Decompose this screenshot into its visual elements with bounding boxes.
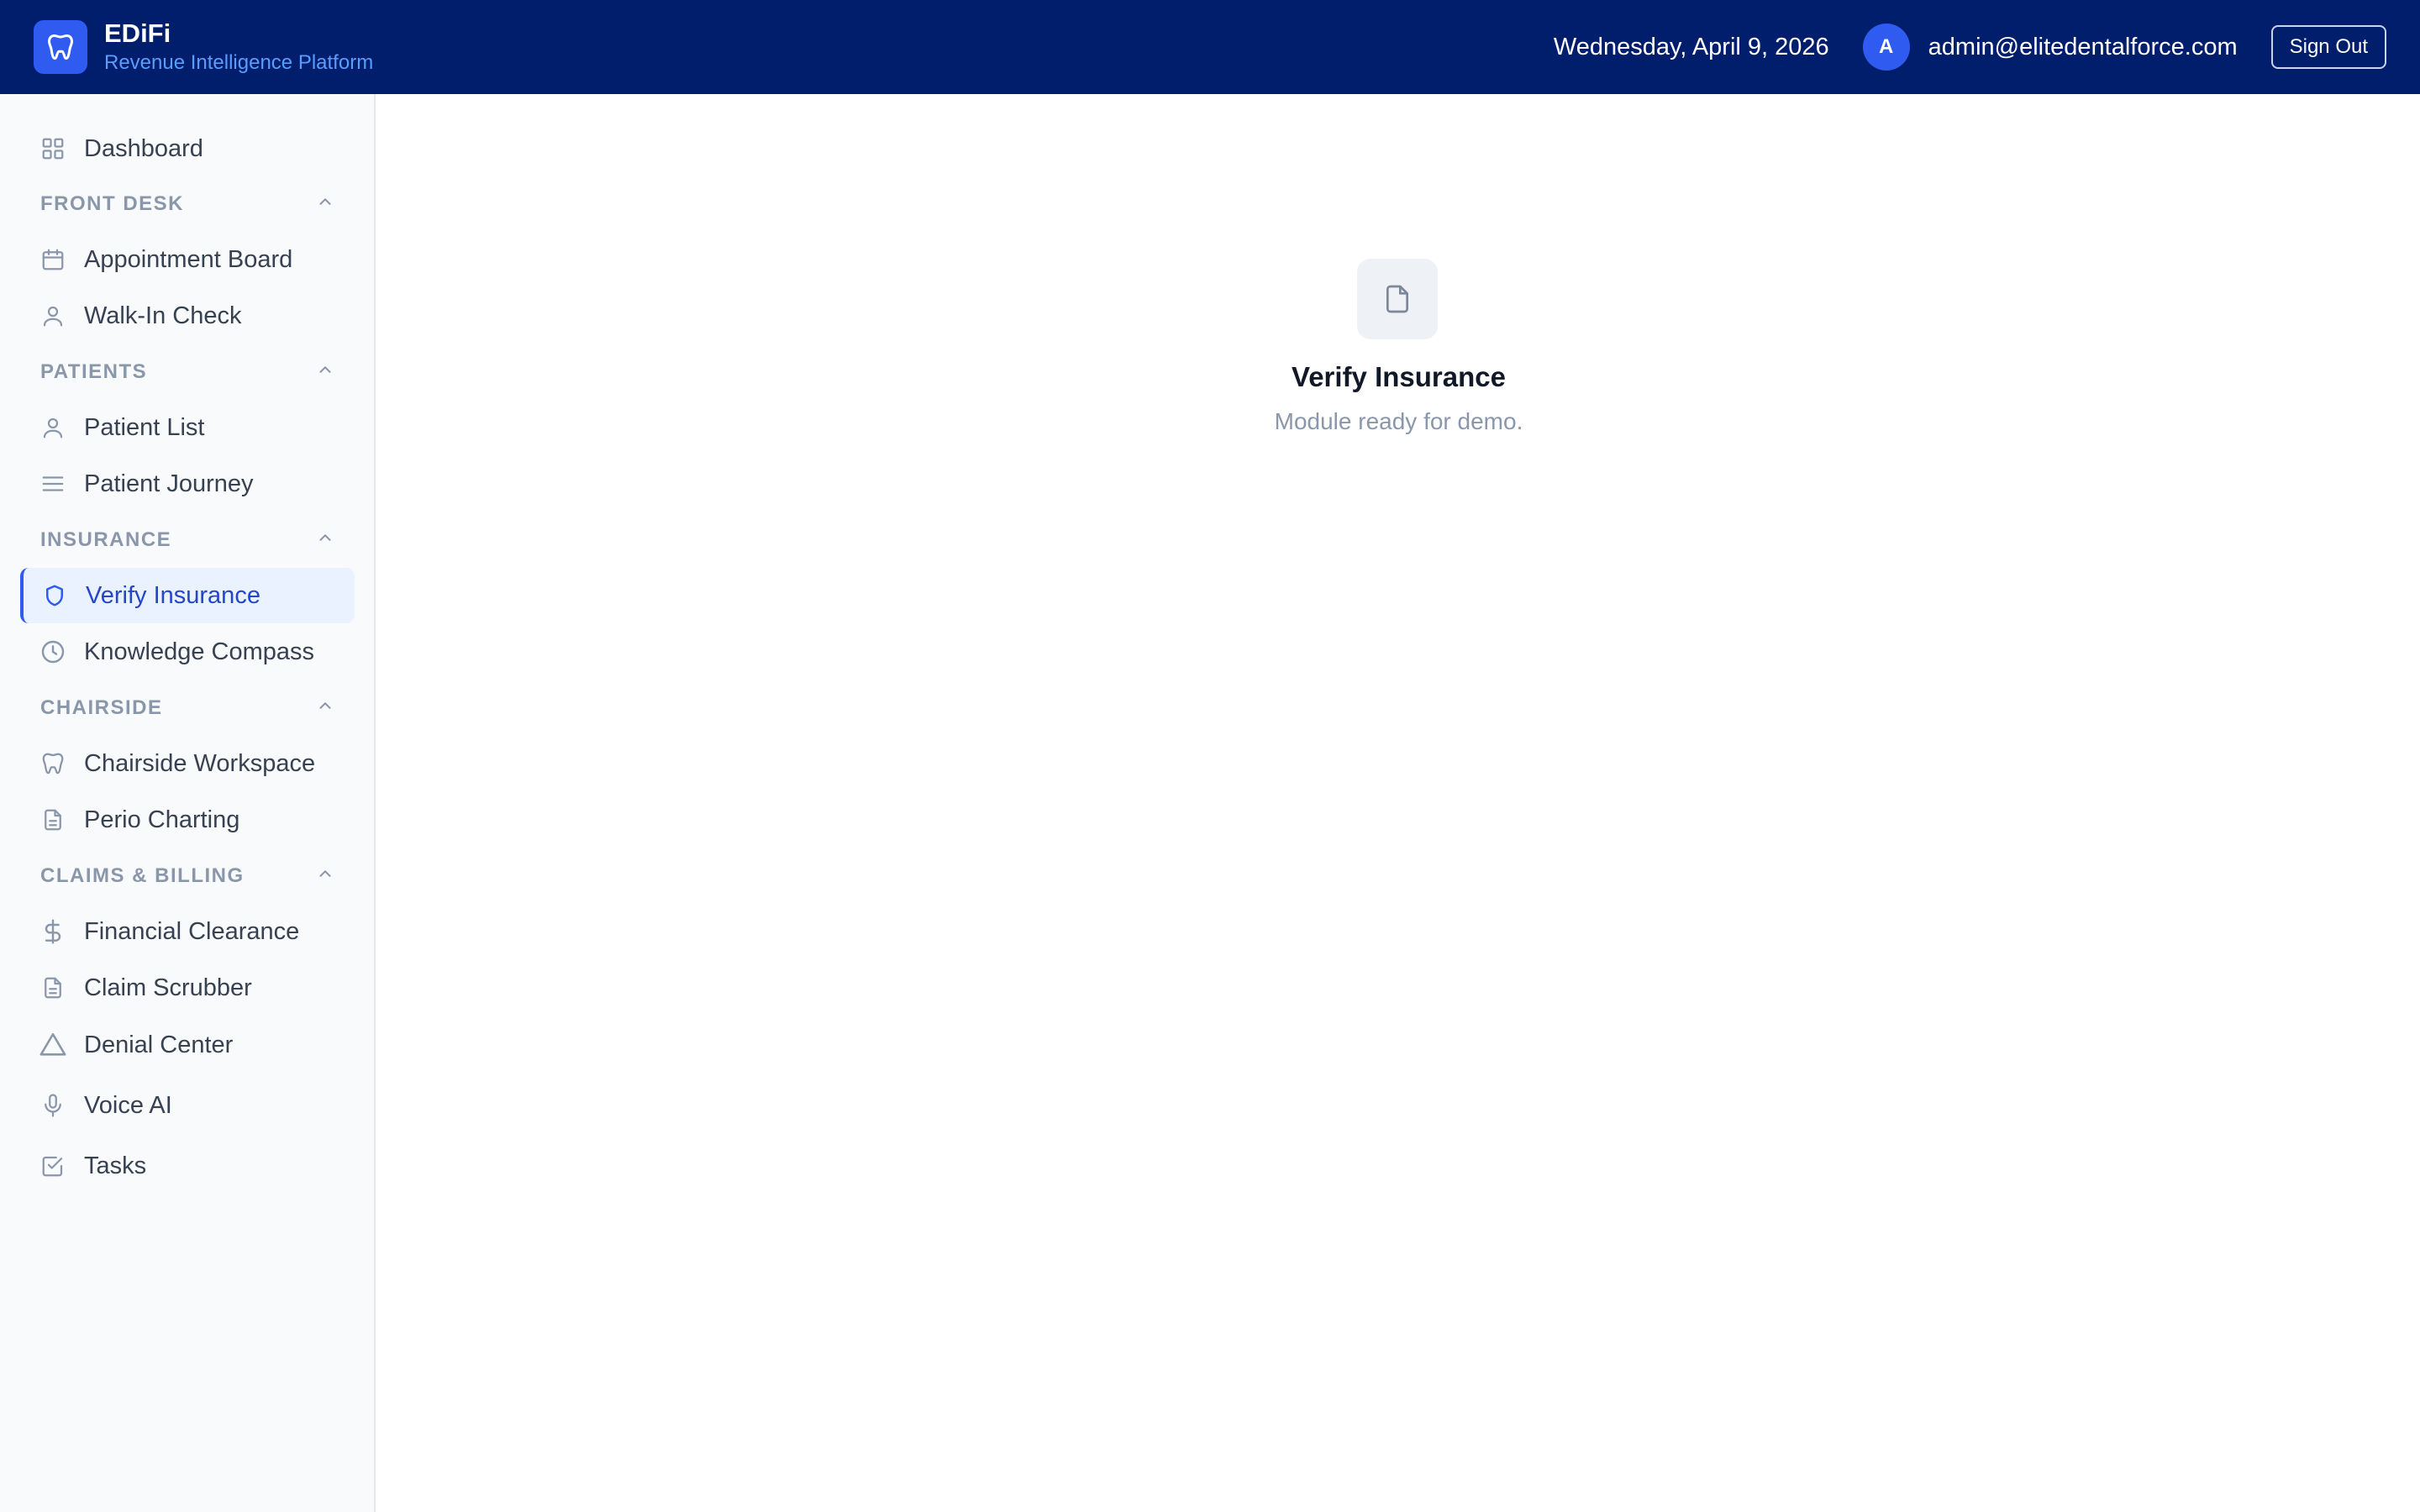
- sidebar-item-perio-charting[interactable]: Perio Charting: [20, 792, 355, 848]
- section-label: FRONT DESK: [40, 192, 184, 215]
- sidebar-item-verify-insurance[interactable]: Verify Insurance: [20, 568, 355, 623]
- current-date: Wednesday, April 9, 2026: [1553, 33, 1829, 60]
- sidebar-item-label: Tasks: [84, 1152, 147, 1179]
- section-claims-billing[interactable]: CLAIMS & BILLING: [40, 859, 334, 893]
- sidebar-item-label: Patient List: [84, 413, 205, 441]
- user-icon: [39, 413, 67, 442]
- chevron-up-icon[interactable]: [316, 696, 334, 721]
- calendar-icon: [39, 245, 67, 274]
- chevron-up-icon[interactable]: [316, 192, 334, 217]
- sidebar: Dashboard FRONT DESK Appointment Board W…: [0, 94, 376, 1512]
- section-label: PATIENTS: [40, 360, 148, 383]
- chevron-up-icon[interactable]: [316, 528, 334, 553]
- tooth-icon[interactable]: [34, 20, 87, 74]
- chevron-up-icon[interactable]: [316, 360, 334, 385]
- checkbox-icon: [39, 1152, 67, 1180]
- top-header: EDiFi Revenue Intelligence Platform Wedn…: [0, 0, 2420, 94]
- brand-name: EDiFi: [104, 18, 171, 48]
- section-front-desk[interactable]: FRONT DESK: [40, 187, 334, 221]
- section-insurance[interactable]: INSURANCE: [40, 523, 334, 557]
- page-title: Verify Insurance: [1292, 361, 1506, 392]
- sidebar-item-label: Dashboard: [84, 134, 203, 162]
- chevron-up-icon[interactable]: [316, 864, 334, 889]
- tooth-icon: [39, 749, 67, 778]
- section-label: INSURANCE: [40, 528, 172, 551]
- sidebar-item-label: Voice AI: [84, 1091, 172, 1119]
- sidebar-item-label: Chairside Workspace: [84, 749, 316, 777]
- sidebar-item-knowledge-compass[interactable]: Knowledge Compass: [20, 624, 355, 680]
- avatar[interactable]: A: [1862, 24, 1910, 71]
- sidebar-item-label: Claim Scrubber: [84, 974, 252, 1001]
- sign-out-button[interactable]: Sign Out: [2270, 25, 2386, 69]
- section-patients[interactable]: PATIENTS: [40, 355, 334, 389]
- sidebar-item-financial-clearance[interactable]: Financial Clearance: [20, 904, 355, 959]
- sidebar-item-label: Appointment Board: [84, 245, 293, 273]
- brand-subtitle: Revenue Intelligence Platform: [104, 51, 374, 74]
- grid-icon: [39, 134, 67, 163]
- sidebar-item-label: Patient Journey: [84, 470, 254, 497]
- sidebar-item-label: Knowledge Compass: [84, 638, 315, 665]
- warning-triangle-icon: [39, 1031, 67, 1059]
- sidebar-item-label: Denial Center: [84, 1031, 234, 1058]
- sidebar-item-patient-list[interactable]: Patient List: [20, 400, 355, 455]
- document-icon: [39, 974, 67, 1002]
- menu-lines-icon: [39, 470, 67, 498]
- header-right: Wednesday, April 9, 2026 A admin@elitede…: [1554, 24, 2386, 71]
- brand: EDiFi Revenue Intelligence Platform: [104, 18, 373, 76]
- sidebar-item-appointment-board[interactable]: Appointment Board: [20, 232, 355, 287]
- sidebar-item-denial-center[interactable]: Denial Center: [20, 1017, 355, 1073]
- sidebar-item-claim-scrubber[interactable]: Claim Scrubber: [20, 960, 355, 1016]
- sidebar-item-voice-ai[interactable]: Voice AI: [20, 1078, 355, 1133]
- section-chairside[interactable]: CHAIRSIDE: [40, 691, 334, 725]
- sidebar-item-label: Verify Insurance: [86, 581, 260, 609]
- dollar-icon: [39, 917, 67, 946]
- file-icon: [1357, 259, 1438, 339]
- section-label: CLAIMS & BILLING: [40, 864, 245, 887]
- sidebar-item-label: Financial Clearance: [84, 917, 300, 945]
- user-email: admin@elitedentalforce.com: [1928, 33, 2238, 60]
- sidebar-item-tasks[interactable]: Tasks: [20, 1138, 355, 1194]
- module-status-text: Module ready for demo.: [1274, 408, 1523, 434]
- sidebar-item-chairside-workspace[interactable]: Chairside Workspace: [20, 736, 355, 791]
- sidebar-item-label: Perio Charting: [84, 806, 240, 833]
- shield-icon: [40, 581, 69, 610]
- clock-icon: [39, 638, 67, 666]
- sidebar-item-label: Walk-In Check: [84, 302, 242, 329]
- main-content: Verify Insurance Module ready for demo.: [377, 94, 2420, 1512]
- microphone-icon: [39, 1091, 67, 1120]
- user-icon: [39, 302, 67, 330]
- section-label: CHAIRSIDE: [40, 696, 163, 719]
- sidebar-item-walk-in-check[interactable]: Walk-In Check: [20, 288, 355, 344]
- sidebar-item-dashboard[interactable]: Dashboard: [20, 121, 355, 176]
- document-icon: [39, 806, 67, 834]
- sidebar-item-patient-journey[interactable]: Patient Journey: [20, 456, 355, 512]
